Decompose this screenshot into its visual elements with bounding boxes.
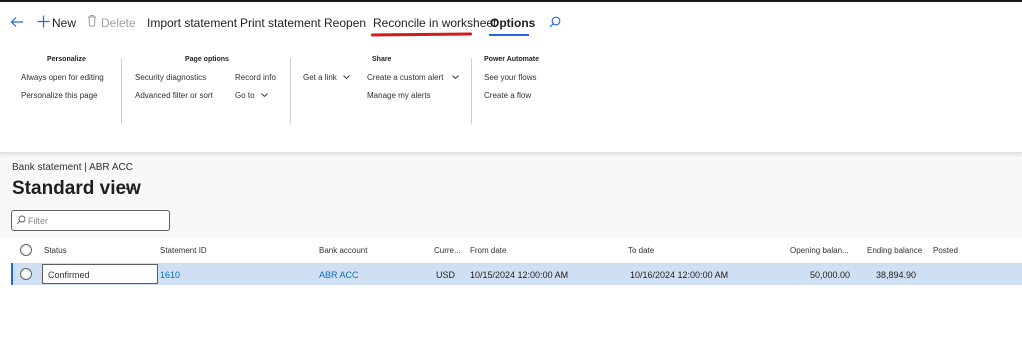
options-tab-indicator	[489, 34, 529, 36]
column-header-to-date[interactable]: To date	[628, 246, 654, 255]
personalize-group-title: Personalize	[47, 56, 86, 63]
status-field[interactable]: Confirmed	[42, 264, 158, 284]
security-diagnostics-button[interactable]: Security diagnostics	[135, 73, 206, 83]
red-annotation-underline	[370, 32, 473, 37]
view-selector[interactable]: Standard view	[12, 178, 141, 200]
column-header-opening-balance[interactable]: Opening balan...	[790, 246, 849, 255]
table-row[interactable]: Confirmed 1610 ABR ACC USD 10/15/2024 12…	[11, 263, 1022, 285]
new-label: New	[52, 16, 77, 30]
column-header-statement-id[interactable]: Statement ID	[160, 246, 207, 255]
chevron-down-icon[interactable]	[125, 187, 135, 194]
always-open-for-editing-button[interactable]: Always open for editing	[21, 73, 104, 83]
breadcrumb: Bank statement | ABR ACC	[12, 162, 133, 173]
ending-balance-cell: 38,894.90	[876, 270, 917, 280]
new-button[interactable]: New	[37, 12, 77, 32]
opening-balance-cell: 50,000.00	[810, 270, 851, 280]
bank-account-link[interactable]: ABR ACC	[319, 270, 359, 280]
share-group-title: Share	[372, 56, 392, 63]
action-bar: New Delete Import statement Print statem…	[0, 0, 1022, 44]
column-header-posted[interactable]: Posted	[933, 246, 958, 255]
select-all-radio[interactable]	[20, 244, 32, 256]
statements-grid: Status Statement ID Bank account Curre..…	[0, 238, 1022, 346]
plus-icon	[37, 15, 50, 28]
go-to-label: Go to	[235, 91, 255, 100]
reconcile-in-worksheet-button[interactable]: Reconcile in worksheet	[373, 16, 496, 30]
get-a-link-menu[interactable]: Get a link	[303, 72, 353, 84]
create-custom-alert-label: Create a custom alert	[367, 73, 444, 82]
manage-my-alerts-button[interactable]: Manage my alerts	[367, 91, 431, 101]
ribbon-separator	[290, 58, 291, 124]
personalize-this-page-button[interactable]: Personalize this page	[21, 91, 98, 101]
ribbon-separator	[121, 58, 122, 124]
row-select-radio[interactable]	[20, 268, 32, 280]
get-a-link-label: Get a link	[303, 73, 337, 82]
currency-cell: USD	[436, 270, 456, 280]
chevron-down-icon	[261, 93, 268, 98]
trash-icon	[88, 15, 96, 27]
tab-options[interactable]: Options	[490, 16, 535, 30]
delete-label: Delete	[101, 16, 136, 30]
column-header-bank-account[interactable]: Bank account	[319, 246, 367, 255]
power-automate-group-title: Power Automate	[484, 56, 539, 63]
status-value: Confirmed	[48, 270, 90, 280]
ribbon-separator	[471, 58, 472, 124]
advanced-filter-sort-button[interactable]: Advanced filter or sort	[135, 91, 213, 101]
filter-input[interactable]	[28, 214, 166, 227]
record-info-button[interactable]: Record info	[235, 73, 276, 83]
column-header-status[interactable]: Status	[44, 246, 67, 255]
to-date-cell: 10/16/2024 12:00:00 AM	[630, 270, 729, 280]
filter-field[interactable]	[11, 210, 170, 231]
reopen-button[interactable]: Reopen	[324, 16, 366, 30]
chevron-down-icon	[343, 75, 350, 80]
from-date-cell: 10/15/2024 12:00:00 AM	[470, 270, 569, 280]
chevron-down-icon	[452, 75, 459, 80]
search-icon[interactable]	[549, 16, 561, 28]
column-header-currency[interactable]: Curre...	[434, 246, 461, 255]
see-your-flows-button[interactable]: See your flows	[484, 73, 536, 83]
column-header-ending-balance[interactable]: Ending balance	[867, 246, 922, 255]
create-custom-alert-menu[interactable]: Create a custom alert	[367, 72, 463, 84]
search-icon	[16, 215, 26, 225]
column-header-from-date[interactable]: From date	[470, 246, 506, 255]
print-statement-button[interactable]: Print statement	[240, 16, 321, 30]
statement-id-link[interactable]: 1610	[160, 270, 180, 280]
import-statement-button[interactable]: Import statement	[147, 16, 237, 30]
back-arrow-icon[interactable]	[10, 15, 24, 29]
page-options-group-title: Page options	[185, 56, 229, 63]
go-to-menu[interactable]: Go to	[235, 90, 269, 102]
window-top-border	[0, 0, 1022, 2]
delete-button[interactable]: Delete	[87, 12, 136, 32]
create-a-flow-button[interactable]: Create a flow	[484, 91, 531, 101]
